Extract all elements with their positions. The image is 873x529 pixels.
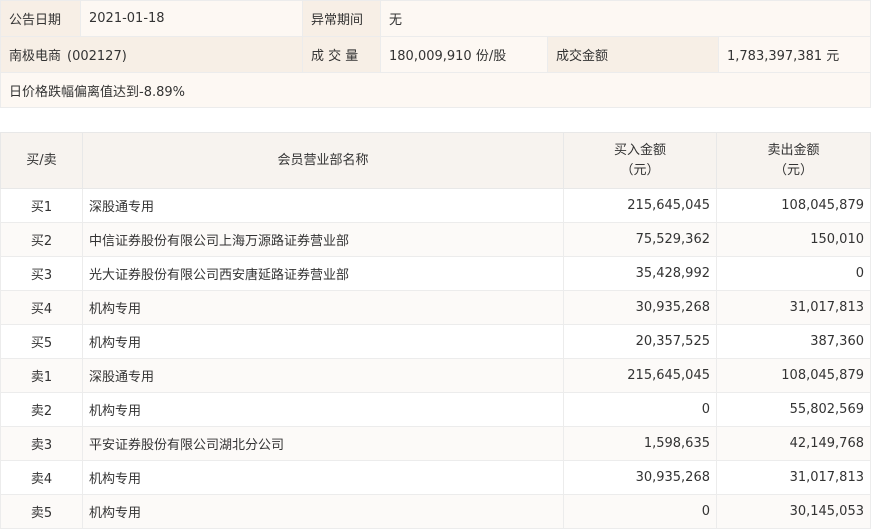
header-buy-amount-title: 买入金额 — [613, 142, 666, 158]
row-branch-name: 光大证券股份有限公司西安唐延路证券营业部 — [82, 256, 564, 291]
table-row: 买4 机构专用 30,935,268 31,017,813 — [0, 290, 871, 325]
row-buy-amount: 215,645,045 — [563, 358, 717, 393]
volume-label: 成 交 量 — [302, 36, 381, 73]
info-row-note: 日价格跌幅偏离值达到-8.89% — [0, 72, 872, 108]
row-type: 买4 — [0, 290, 83, 325]
table-row: 卖2 机构专用 0 55,802,569 — [0, 392, 871, 427]
date-label: 公告日期 — [0, 0, 81, 37]
header-sell-amount-title: 卖出金额 — [767, 142, 820, 158]
row-branch-name: 平安证券股份有限公司湖北分公司 — [82, 426, 564, 461]
table-row: 卖4 机构专用 30,935,268 31,017,813 — [0, 460, 871, 495]
table-row: 买5 机构专用 20,357,525 387,360 — [0, 324, 871, 359]
row-buy-amount: 215,645,045 — [563, 188, 717, 223]
row-type: 卖1 — [0, 358, 83, 393]
period-label: 异常期间 — [302, 0, 381, 37]
row-sell-amount: 108,045,879 — [716, 358, 871, 393]
header-sell-amount: 卖出金额 （元） — [716, 132, 871, 189]
header-branch-name: 会员营业部名称 — [82, 132, 564, 189]
stock-cell: 南极电商 (002127) — [0, 36, 303, 73]
row-sell-amount: 108,045,879 — [716, 188, 871, 223]
row-type: 买2 — [0, 222, 83, 257]
row-type: 卖2 — [0, 392, 83, 427]
row-buy-amount: 0 — [563, 494, 717, 529]
row-branch-name: 机构专用 — [82, 392, 564, 427]
table-row: 买1 深股通专用 215,645,045 108,045,879 — [0, 188, 871, 223]
header-buy-amount-unit: （元） — [620, 162, 660, 178]
trading-detail-table: 买/卖 会员营业部名称 买入金额 （元） 卖出金额 （元） 买1 深股通专用 215… — [0, 132, 871, 529]
row-branch-name: 机构专用 — [82, 494, 564, 529]
row-buy-amount: 30,935,268 — [563, 460, 717, 495]
row-sell-amount: 55,802,569 — [716, 392, 871, 427]
period-value: 无 — [379, 0, 872, 37]
turnover-label: 成交金额 — [547, 36, 719, 73]
table-header-row: 买/卖 会员营业部名称 买入金额 （元） 卖出金额 （元） — [0, 132, 871, 189]
deviation-note: 日价格跌幅偏离值达到-8.89% — [0, 72, 872, 108]
stock-name: 南极电商 — [9, 49, 62, 64]
row-branch-name: 深股通专用 — [82, 358, 564, 393]
volume-value: 180,009,910 份/股 — [380, 36, 548, 73]
table-row: 卖3 平安证券股份有限公司湖北分公司 1,598,635 42,149,768 — [0, 426, 871, 461]
row-buy-amount: 35,428,992 — [563, 256, 717, 291]
table-body: 买1 深股通专用 215,645,045 108,045,879 买2 中信证券股份有限公… — [0, 188, 871, 529]
row-branch-name: 中信证券股份有限公司上海万源路证券营业部 — [82, 222, 564, 257]
row-buy-amount: 30,935,268 — [563, 290, 717, 325]
table-row: 卖1 深股通专用 215,645,045 108,045,879 — [0, 358, 871, 393]
row-branch-name: 机构专用 — [82, 290, 564, 325]
row-sell-amount: 42,149,768 — [716, 426, 871, 461]
table-row: 买3 光大证券股份有限公司西安唐延路证券营业部 35,428,992 0 — [0, 256, 871, 291]
row-buy-amount: 1,598,635 — [563, 426, 717, 461]
row-type: 卖4 — [0, 460, 83, 495]
row-branch-name: 机构专用 — [82, 324, 564, 359]
header-type: 买/卖 — [0, 132, 83, 189]
row-branch-name: 深股通专用 — [82, 188, 564, 223]
header-buy-amount: 买入金额 （元） — [563, 132, 717, 189]
row-sell-amount: 0 — [716, 256, 871, 291]
row-type: 卖3 — [0, 426, 83, 461]
row-buy-amount: 0 — [563, 392, 717, 427]
date-value: 2021-01-18 — [80, 0, 303, 37]
row-sell-amount: 31,017,813 — [716, 290, 871, 325]
row-branch-name: 机构专用 — [82, 460, 564, 495]
row-type: 买5 — [0, 324, 83, 359]
row-type: 买1 — [0, 188, 83, 223]
table-row: 买2 中信证券股份有限公司上海万源路证券营业部 75,529,362 150,010 — [0, 222, 871, 257]
row-sell-amount: 30,145,053 — [716, 494, 871, 529]
row-sell-amount: 387,360 — [716, 324, 871, 359]
row-sell-amount: 150,010 — [716, 222, 871, 257]
header-sell-amount-unit: （元） — [773, 162, 813, 178]
row-type: 卖5 — [0, 494, 83, 529]
announcement-info-table: 公告日期 2021-01-18 异常期间 无 南极电商 (002127) 成 交 … — [0, 0, 872, 108]
info-row-stock: 南极电商 (002127) 成 交 量 180,009,910 份/股 成交金额 … — [0, 36, 872, 73]
stock-code: (002127) — [67, 49, 127, 64]
turnover-value: 1,783,397,381 元 — [717, 36, 872, 73]
table-row: 卖5 机构专用 0 30,145,053 — [0, 494, 871, 529]
info-row-date: 公告日期 2021-01-18 异常期间 无 — [0, 0, 872, 37]
row-buy-amount: 20,357,525 — [563, 324, 717, 359]
row-sell-amount: 31,017,813 — [716, 460, 871, 495]
row-type: 买3 — [0, 256, 83, 291]
row-buy-amount: 75,529,362 — [563, 222, 717, 257]
